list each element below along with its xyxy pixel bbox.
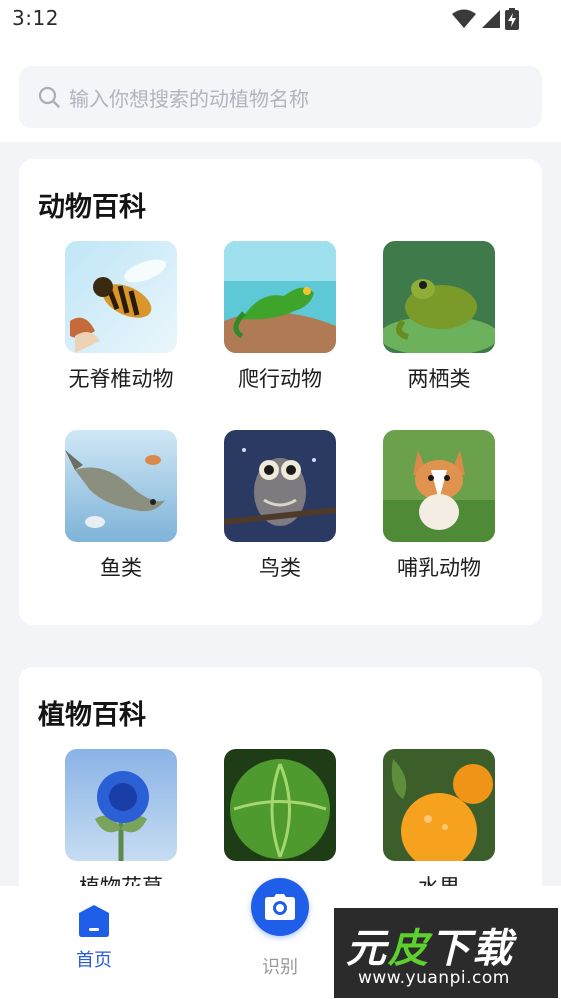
category-label: 植物花草 <box>46 871 196 886</box>
content-area[interactable]: 动物百科 无脊椎动物 爬行动物 两栖类 鱼类 鸟类 哺乳动物 植物百科 <box>0 142 561 886</box>
nav-recognize-label: 识别 <box>262 957 298 978</box>
search-section: 输入你想搜索的动植物名称 <box>0 38 561 142</box>
category-label: 两栖类 <box>407 367 471 391</box>
frog-image <box>383 241 495 353</box>
category-label: 爬行动物 <box>238 367 322 391</box>
camera-button[interactable] <box>251 878 309 936</box>
lizard-image <box>224 241 336 353</box>
category-mammals[interactable]: 哺乳动物 <box>364 430 514 582</box>
signal-icon <box>482 10 500 28</box>
search-icon <box>38 86 60 108</box>
category-invertebrates[interactable]: 无脊椎动物 <box>46 241 196 393</box>
category-flowers[interactable]: 植物花草 <box>46 749 196 886</box>
category-amphibians[interactable]: 两栖类 <box>364 241 514 393</box>
cabbage-image <box>224 749 336 861</box>
category-fruits[interactable]: 水果 <box>364 749 514 886</box>
category-vegetables[interactable] <box>205 749 355 871</box>
search-placeholder: 输入你想搜索的动植物名称 <box>69 86 309 111</box>
bee-image <box>65 241 177 353</box>
category-fish[interactable]: 鱼类 <box>46 430 196 582</box>
animal-encyclopedia-title: 动物百科 <box>38 192 146 223</box>
status-time: 3:12 <box>12 6 59 30</box>
status-bar: 3:12 <box>0 0 561 38</box>
battery-charging-icon <box>505 8 519 30</box>
category-label: 鸟类 <box>259 556 301 580</box>
category-birds[interactable]: 鸟类 <box>205 430 355 582</box>
animal-encyclopedia-card: 动物百科 无脊椎动物 爬行动物 两栖类 鱼类 鸟类 哺乳动物 <box>19 159 542 625</box>
status-icons <box>451 8 519 30</box>
nav-recognize[interactable]: 识别 <box>240 878 320 979</box>
category-reptiles[interactable]: 爬行动物 <box>205 241 355 393</box>
watermark-title: 元皮下载 <box>346 926 514 972</box>
category-label: 鱼类 <box>100 556 142 580</box>
blue-flower-image <box>65 749 177 861</box>
fish-image <box>65 430 177 542</box>
watermark-logo: 元皮下载 www.yuanpi.com <box>334 908 558 998</box>
home-icon <box>79 905 109 937</box>
plant-encyclopedia-card: 植物百科 植物花草 <box>19 667 542 886</box>
category-label: 水果 <box>364 871 514 886</box>
orange-image <box>383 749 495 861</box>
owl-image <box>224 430 336 542</box>
corgi-image <box>383 430 495 542</box>
plant-encyclopedia-title: 植物百科 <box>38 700 146 731</box>
category-label: 哺乳动物 <box>397 556 481 580</box>
watermark-url: www.yuanpi.com <box>358 968 510 988</box>
nav-home-label: 首页 <box>76 950 112 971</box>
category-label: 无脊椎动物 <box>68 367 174 391</box>
search-input[interactable]: 输入你想搜索的动植物名称 <box>19 66 542 128</box>
nav-home[interactable]: 首页 <box>54 904 134 972</box>
camera-icon <box>265 894 295 920</box>
wifi-icon <box>452 9 476 28</box>
